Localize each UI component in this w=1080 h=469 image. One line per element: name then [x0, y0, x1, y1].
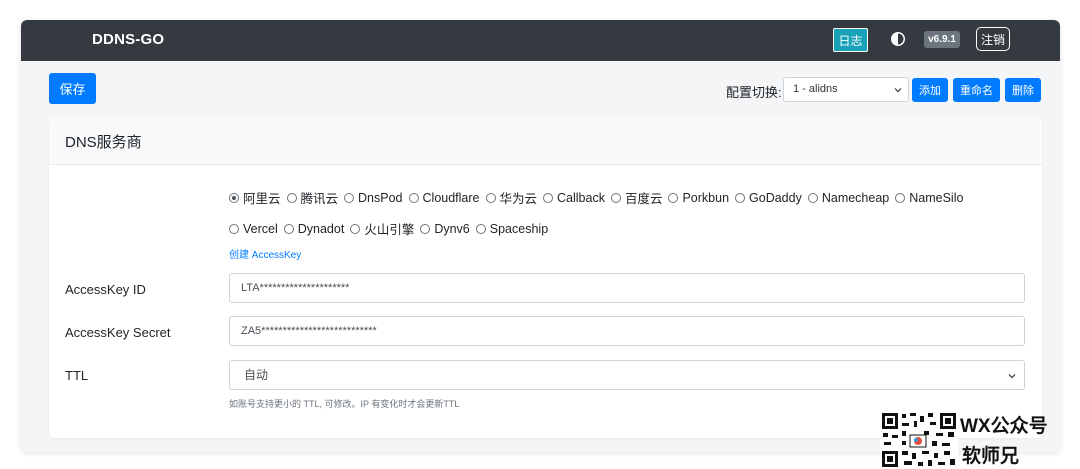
- chevron-down-icon: [894, 88, 902, 93]
- radio-icon: [420, 223, 431, 234]
- provider-radio-cloudflare[interactable]: Cloudflare: [408, 188, 480, 207]
- accesskey-id-label: AccessKey ID: [65, 282, 146, 297]
- ttl-select[interactable]: 自动: [229, 360, 1025, 390]
- radio-icon: [807, 192, 818, 203]
- provider-radio-dynv6[interactable]: Dynv6: [420, 219, 470, 238]
- radio-icon: [286, 192, 297, 203]
- logout-button[interactable]: 注销: [976, 27, 1010, 51]
- radio-icon: [350, 223, 361, 234]
- provider-radio-vercel[interactable]: Vercel: [229, 219, 278, 238]
- config-select-value: 1 - alidns: [793, 83, 838, 95]
- brand-title: DDNS-GO: [92, 31, 165, 48]
- provider-radio-volcengine[interactable]: 火山引擎: [350, 219, 414, 238]
- accesskey-secret-label: AccessKey Secret: [65, 325, 171, 340]
- radio-icon: [229, 223, 239, 234]
- provider-radio-huawei[interactable]: 华为云: [485, 188, 537, 207]
- accesskey-secret-input[interactable]: ZA5***************************: [229, 316, 1025, 346]
- provider-radio-tencent[interactable]: 腾讯云: [286, 188, 338, 207]
- ttl-select-value: 自动: [244, 368, 269, 382]
- card-title: DNS服务商: [65, 134, 142, 151]
- provider-radio-godaddy[interactable]: GoDaddy: [735, 188, 802, 207]
- provider-radio-namecheap[interactable]: Namecheap: [807, 188, 889, 207]
- provider-radio-aliyun[interactable]: 阿里云: [229, 188, 281, 207]
- provider-radio-dynadot[interactable]: Dynadot: [283, 219, 344, 238]
- config-switch-label: 配置切换:: [726, 85, 782, 100]
- theme-toggle-icon[interactable]: [890, 31, 906, 47]
- ttl-help-text: 如账号支持更小的 TTL, 可修改。IP 有变化时才会更新TTL: [229, 399, 460, 409]
- radio-icon: [408, 192, 419, 203]
- provider-radio-porkbun[interactable]: Porkbun: [668, 188, 729, 207]
- radio-icon: [895, 192, 906, 203]
- navbar: DDNS-GO 日志 v6.9.1 注销: [21, 20, 1060, 61]
- ttl-label: TTL: [65, 368, 89, 383]
- radio-icon: [475, 223, 486, 234]
- card-header: DNS服务商: [49, 116, 1042, 165]
- add-config-button[interactable]: 添加: [912, 78, 948, 102]
- radio-icon: [344, 192, 355, 203]
- app-window: DDNS-GO 日志 v6.9.1 注销 保存 配置切换: 1 - alidns…: [21, 20, 1060, 452]
- rename-config-button[interactable]: 重命名: [953, 78, 1000, 102]
- radio-icon: [668, 192, 679, 203]
- provider-radio-baidu[interactable]: 百度云: [610, 188, 662, 207]
- qr-code-icon: [880, 411, 958, 469]
- save-button[interactable]: 保存: [49, 73, 96, 104]
- radio-icon: [543, 192, 554, 203]
- accesskey-id-input[interactable]: LTA*********************: [229, 273, 1025, 303]
- delete-config-button[interactable]: 删除: [1005, 78, 1041, 102]
- radio-checked-icon: [229, 192, 239, 203]
- watermark: WX公众号 软师兄: [880, 411, 1080, 469]
- radio-icon: [485, 192, 496, 203]
- provider-radio-callback[interactable]: Callback: [543, 188, 605, 207]
- watermark-line2: 软师兄: [962, 446, 1020, 467]
- provider-radio-namesilo[interactable]: NameSilo: [895, 188, 963, 207]
- log-button[interactable]: 日志: [833, 28, 868, 52]
- chevron-down-icon: [1008, 374, 1016, 379]
- watermark-line1: WX公众号: [960, 416, 1048, 437]
- provider-radio-group-row1: 阿里云 腾讯云 DnsPod Cloudflare 华为云 Callback 百…: [229, 188, 969, 207]
- version-badge: v6.9.1: [924, 31, 960, 48]
- create-accesskey-link[interactable]: 创建 AccessKey: [229, 246, 301, 261]
- radio-icon: [283, 223, 294, 234]
- dns-provider-card: DNS服务商 阿里云 腾讯云 DnsPod Cloudflare 华为云 Cal…: [49, 116, 1042, 438]
- provider-radio-dnspod[interactable]: DnsPod: [344, 188, 403, 207]
- provider-radio-group-row2: Vercel Dynadot 火山引擎 Dynv6 Spaceship: [229, 219, 554, 238]
- radio-icon: [735, 192, 746, 203]
- config-select[interactable]: 1 - alidns: [783, 77, 909, 102]
- provider-radio-spaceship[interactable]: Spaceship: [475, 219, 548, 238]
- radio-icon: [610, 192, 621, 203]
